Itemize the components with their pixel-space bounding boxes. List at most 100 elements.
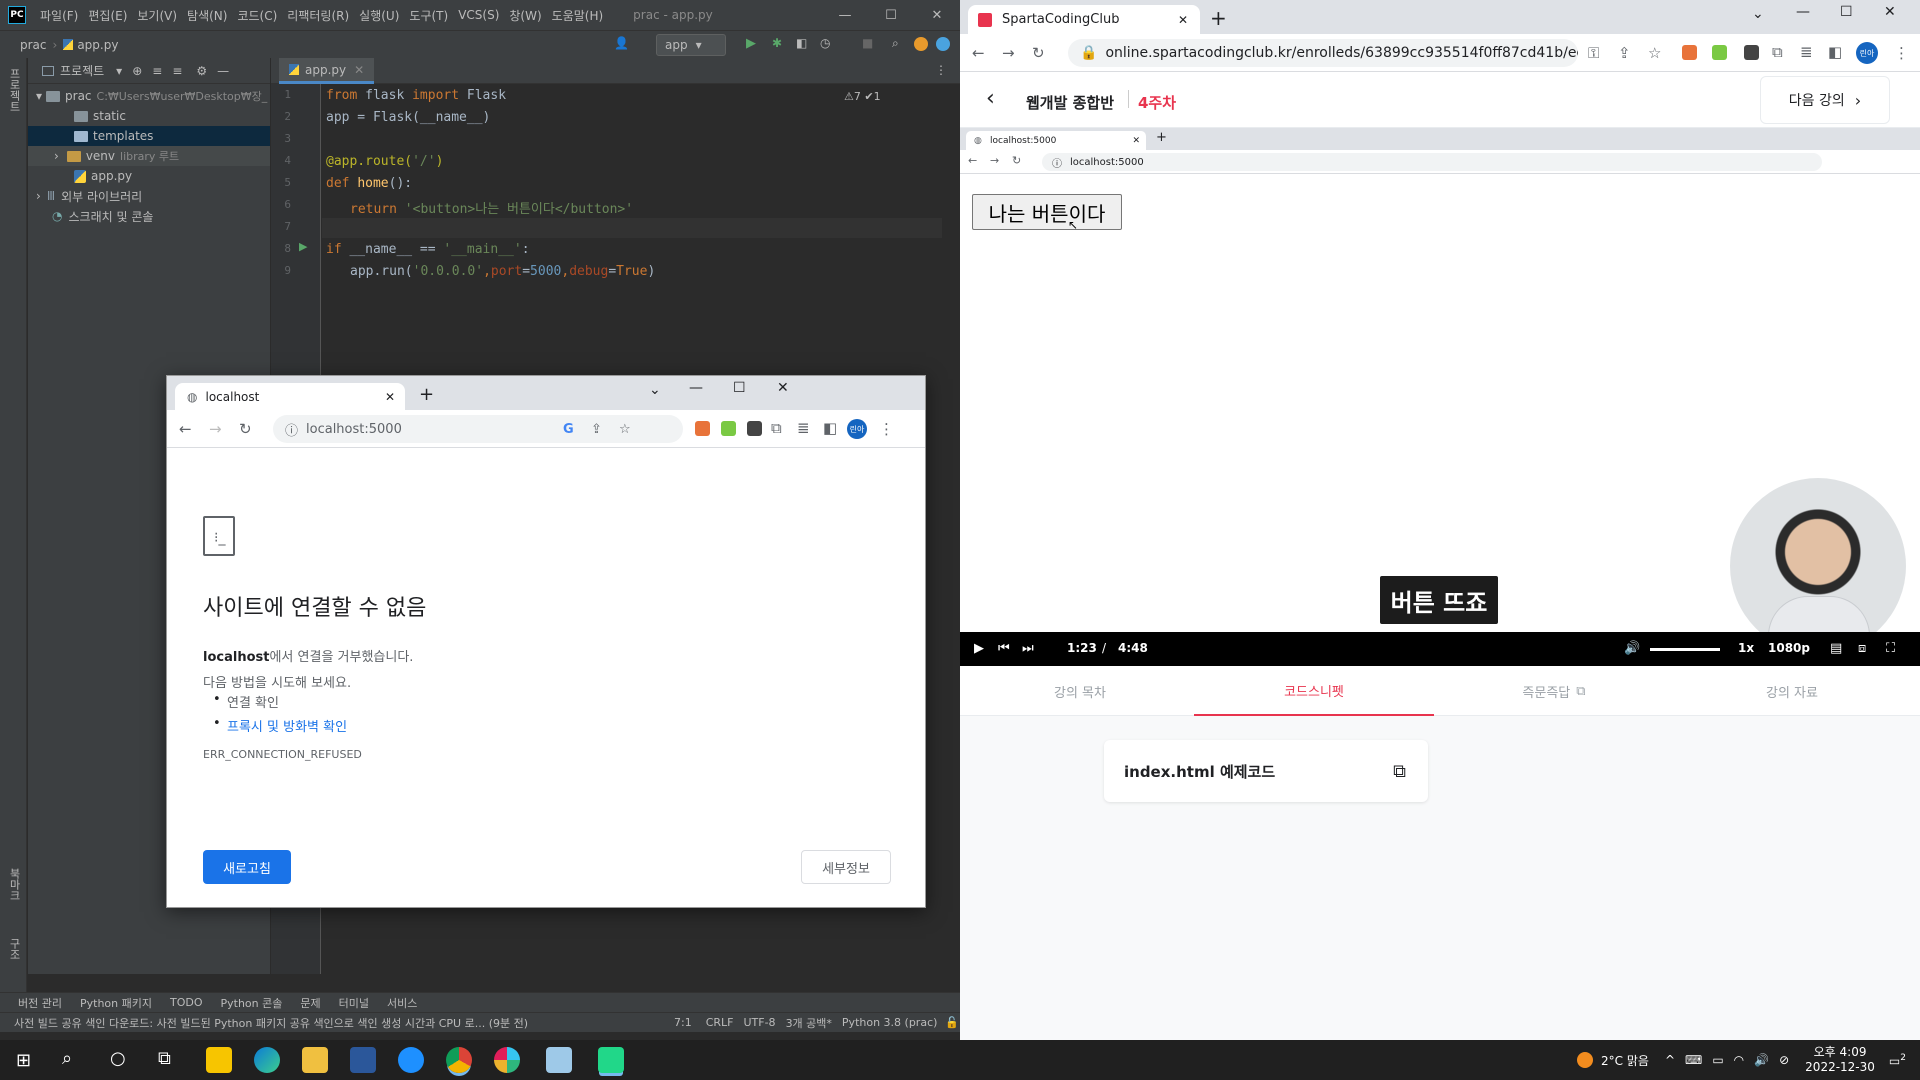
project-tool-label[interactable]: 프로젝트 bbox=[6, 68, 22, 112]
update-icon[interactable] bbox=[914, 37, 928, 51]
wifi-icon[interactable]: ◠ bbox=[1734, 1053, 1744, 1067]
reload-icon[interactable]: ↻ bbox=[1032, 44, 1045, 62]
menu-view[interactable]: 보기(V) bbox=[137, 7, 177, 24]
menu-code[interactable]: 코드(C) bbox=[237, 7, 277, 24]
code-with-me-icon[interactable] bbox=[936, 37, 950, 51]
chevron-up-icon[interactable]: ^ bbox=[1665, 1053, 1675, 1067]
chevron-down-icon[interactable]: ▾ bbox=[116, 64, 122, 78]
lock-icon[interactable]: 🔓 bbox=[945, 1016, 959, 1029]
fullscreen-icon[interactable]: ⛶ bbox=[1886, 641, 1895, 656]
tree-item-prac[interactable]: ▾ prac C:₩Users₩user₩Desktop₩장_ bbox=[28, 86, 270, 106]
structure-tool-label[interactable]: 구조 bbox=[6, 938, 22, 960]
extension-icon-2[interactable] bbox=[1712, 45, 1727, 60]
collapse-all-icon[interactable]: ≡ bbox=[172, 64, 182, 78]
internet-explorer-icon[interactable] bbox=[398, 1047, 424, 1073]
profile-icon[interactable]: ◷ bbox=[820, 36, 836, 52]
menu-icon[interactable]: ⋮ bbox=[1894, 44, 1909, 62]
tab-search-icon[interactable]: ⌄ bbox=[649, 382, 661, 398]
menu-file[interactable]: 파일(F) bbox=[40, 7, 78, 24]
minimize-icon[interactable]: — bbox=[1796, 4, 1810, 20]
snippet-card[interactable]: index.html 예제코드 ⧉ bbox=[1104, 740, 1428, 802]
status-caret-position[interactable]: 7:1 bbox=[674, 1016, 692, 1029]
media-icon[interactable]: ≣ bbox=[1800, 43, 1813, 61]
pycharm-taskbar-icon[interactable] bbox=[598, 1047, 624, 1073]
media-icon[interactable]: ≣ bbox=[797, 419, 810, 437]
run-icon[interactable]: ▶ bbox=[746, 36, 762, 52]
search-icon[interactable]: ⌕ bbox=[62, 1048, 72, 1069]
google-icon[interactable]: G bbox=[563, 422, 574, 437]
copy-icon[interactable]: ⧉ bbox=[1393, 761, 1406, 782]
project-panel-title[interactable]: 프로젝트 bbox=[60, 62, 104, 79]
previous-icon[interactable]: ⏮ bbox=[998, 641, 1010, 656]
menu-edit[interactable]: 편집(E) bbox=[88, 7, 127, 24]
tab-qna[interactable]: 즉문즉답 ⧉ bbox=[1434, 666, 1674, 716]
bookmarks-tool-label[interactable]: 북마크 bbox=[6, 868, 22, 901]
menu-vcs[interactable]: VCS(S) bbox=[458, 8, 499, 22]
new-tab-icon[interactable]: + bbox=[419, 384, 434, 405]
cortana-icon[interactable]: ○ bbox=[110, 1048, 126, 1069]
tree-item-app-py[interactable]: app.py bbox=[28, 166, 270, 186]
editor-tab-app-py[interactable]: app.py ✕ bbox=[279, 58, 375, 84]
meet-icon[interactable]: ▭ bbox=[1712, 1053, 1723, 1067]
tool-terminal[interactable]: 터미널 bbox=[339, 995, 369, 1011]
back-icon[interactable]: ← bbox=[972, 44, 985, 62]
tab-code-snippets[interactable]: 코드스니펫 bbox=[1194, 666, 1434, 716]
minimize-icon[interactable]: — bbox=[689, 380, 703, 396]
tree-item-external-libraries[interactable]: › Ⅲ 외부 라이브러리 bbox=[28, 186, 270, 206]
notification-icon[interactable]: ▭2 bbox=[1889, 1053, 1906, 1068]
quality-setting[interactable]: 1080p bbox=[1768, 641, 1810, 655]
search-icon[interactable]: ⌕ bbox=[892, 36, 908, 52]
menu-tools[interactable]: 도구(T) bbox=[409, 7, 448, 24]
reload-button[interactable]: 새로고침 bbox=[203, 850, 291, 884]
menu-window[interactable]: 창(W) bbox=[509, 7, 541, 24]
menu-refactor[interactable]: 리팩터링(R) bbox=[287, 7, 349, 24]
tab-curriculum[interactable]: 강의 목차 bbox=[960, 666, 1200, 716]
close-tab-icon[interactable]: ✕ bbox=[385, 390, 395, 404]
tab-search-icon[interactable]: ⌄ bbox=[1752, 6, 1764, 22]
extension-icon-1[interactable] bbox=[695, 421, 710, 436]
chrome-icon[interactable] bbox=[446, 1047, 472, 1073]
expand-all-icon[interactable]: ≡ bbox=[152, 64, 162, 78]
close-icon[interactable]: ✕ bbox=[1884, 4, 1896, 20]
clock[interactable]: 오후 4:09 2022-12-30 bbox=[1805, 1045, 1875, 1075]
main-address-bar[interactable]: 🔒 online.spartacodingclub.kr/enrolleds/6… bbox=[1068, 39, 1578, 67]
popup-address-bar[interactable]: ⓘ localhost:5000 G ⇪ ☆ bbox=[273, 415, 683, 443]
status-interpreter[interactable]: Python 3.8 (prac) bbox=[842, 1016, 938, 1029]
menu-help[interactable]: 도움말(H) bbox=[552, 7, 604, 24]
file-explorer-icon[interactable] bbox=[302, 1047, 328, 1073]
speed-setting[interactable]: 1x bbox=[1738, 641, 1754, 655]
ime-icon[interactable]: ⌨ bbox=[1685, 1053, 1702, 1067]
ime-mode-icon[interactable]: ⊘ bbox=[1779, 1053, 1789, 1067]
tree-item-scratches[interactable]: ◔ 스크래치 및 콘솔 bbox=[28, 206, 270, 226]
maximize-icon[interactable]: ☐ bbox=[868, 0, 914, 30]
volume-slider[interactable] bbox=[1650, 648, 1720, 651]
status-encoding[interactable]: UTF-8 bbox=[743, 1016, 775, 1029]
weather-text[interactable]: 2°C 맑음 bbox=[1601, 1052, 1649, 1069]
close-icon[interactable]: ✕ bbox=[354, 63, 364, 77]
tree-item-venv[interactable]: › venv library 루트 bbox=[28, 146, 270, 166]
star-icon[interactable]: ☆ bbox=[619, 422, 631, 437]
tool-problems[interactable]: 문제 bbox=[300, 995, 320, 1011]
edge-icon[interactable] bbox=[254, 1047, 280, 1073]
forward-icon[interactable]: → bbox=[1002, 44, 1015, 62]
key-icon[interactable]: ⚿ bbox=[1588, 44, 1599, 62]
run-config-dropdown[interactable]: app ▾ bbox=[656, 34, 726, 56]
breadcrumb-file[interactable]: app.py bbox=[77, 38, 118, 52]
maximize-icon[interactable]: ☐ bbox=[1840, 4, 1853, 20]
slack-icon[interactable] bbox=[494, 1047, 520, 1073]
sidepanel-icon[interactable]: ◧ bbox=[1828, 43, 1842, 61]
tool-python-console[interactable]: Python 콘솔 bbox=[221, 995, 283, 1011]
star-icon[interactable]: ☆ bbox=[1648, 44, 1661, 62]
tool-python-packages[interactable]: Python 패키지 bbox=[80, 995, 152, 1011]
share-icon[interactable]: ⇪ bbox=[591, 422, 602, 437]
close-icon[interactable]: ✕ bbox=[914, 0, 960, 30]
coverage-icon[interactable]: ◧ bbox=[796, 36, 812, 52]
hide-icon[interactable]: — bbox=[217, 64, 229, 78]
popup-tab[interactable]: ◍ localhost ✕ bbox=[175, 383, 405, 410]
profile-avatar[interactable]: 린아 bbox=[1856, 42, 1878, 64]
volume-icon[interactable]: 🔊 bbox=[1754, 1053, 1769, 1067]
user-icon[interactable]: 👤 bbox=[614, 36, 630, 52]
tree-item-static[interactable]: static bbox=[28, 106, 270, 126]
next-lecture-button[interactable]: 다음 강의 › bbox=[1760, 76, 1890, 124]
details-button[interactable]: 세부정보 bbox=[801, 850, 891, 884]
